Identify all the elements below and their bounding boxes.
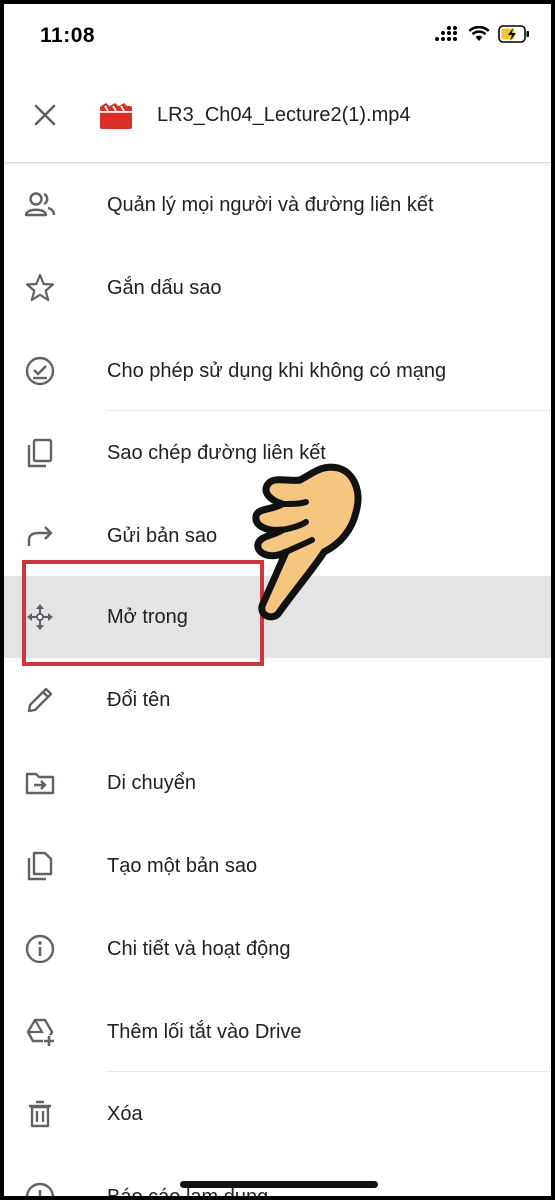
pointing-hand-icon [252,463,362,621]
move-folder-icon [25,772,55,795]
menu-item-delete[interactable]: Xóa [4,1073,551,1155]
menu-item-manage-people[interactable]: Quản lý mọi người và đường liên kết [4,164,551,246]
battery-icon [498,25,529,43]
pencil-icon [27,687,53,713]
menu-item-label: Đổi tên [107,689,171,711]
app-header: LR3_Ch04_Lecture2(1).mp4 [4,68,551,163]
star-icon [25,273,55,302]
menu-item-label: Xóa [107,1103,143,1125]
menu-item-label: Thêm lối tắt vào Drive [107,1021,302,1043]
copy-link-icon [27,438,53,468]
signal-icon [435,26,457,41]
menu-item-report-abuse[interactable]: Báo cáo lạm dụng [4,1156,551,1196]
close-icon[interactable] [30,100,60,130]
menu-item-add-shortcut[interactable]: Thêm lối tắt vào Drive [4,991,551,1073]
highlight-annotation-box [22,560,264,666]
menu-item-move[interactable]: Di chuyển [4,742,551,824]
menu-divider [107,1071,551,1072]
menu-item-label: Chi tiết và hoạt động [107,938,291,960]
home-indicator [180,1181,378,1188]
trash-icon [29,1100,51,1128]
video-file-icon [100,103,132,129]
offline-check-icon [25,356,55,386]
menu-item-offline[interactable]: Cho phép sử dụng khi không có mạng [4,330,551,412]
menu-item-make-copy[interactable]: Tạo một bản sao [4,825,551,907]
file-name-title: LR3_Ch04_Lecture2(1).mp4 [157,104,411,126]
wifi-icon [468,26,490,41]
status-time: 11:08 [40,24,96,47]
drive-shortcut-icon [26,1018,55,1047]
status-bar: 11:08 [4,4,551,64]
info-icon [25,934,55,964]
duplicate-icon [27,851,53,881]
report-icon [25,1182,55,1196]
people-icon [24,192,56,217]
menu-item-label: Gửi bản sao [107,525,218,547]
menu-divider [107,410,551,411]
menu-item-details[interactable]: Chi tiết và hoạt động [4,908,551,990]
menu-item-label: Di chuyển [107,772,196,794]
share-arrow-icon [27,526,53,546]
menu-item-label: Cho phép sử dụng khi không có mạng [107,360,447,382]
menu-item-label: Quản lý mọi người và đường liên kết [107,194,434,216]
screen: 11:08 LR3_Ch04_Lecture2(1).mp4 Quản lý m… [4,4,551,1196]
menu-item-star[interactable]: Gắn dấu sao [4,247,551,329]
menu-item-rename[interactable]: Đổi tên [4,659,551,741]
menu-item-label: Gắn dấu sao [107,277,222,299]
menu-item-label: Tạo một bản sao [107,855,258,877]
